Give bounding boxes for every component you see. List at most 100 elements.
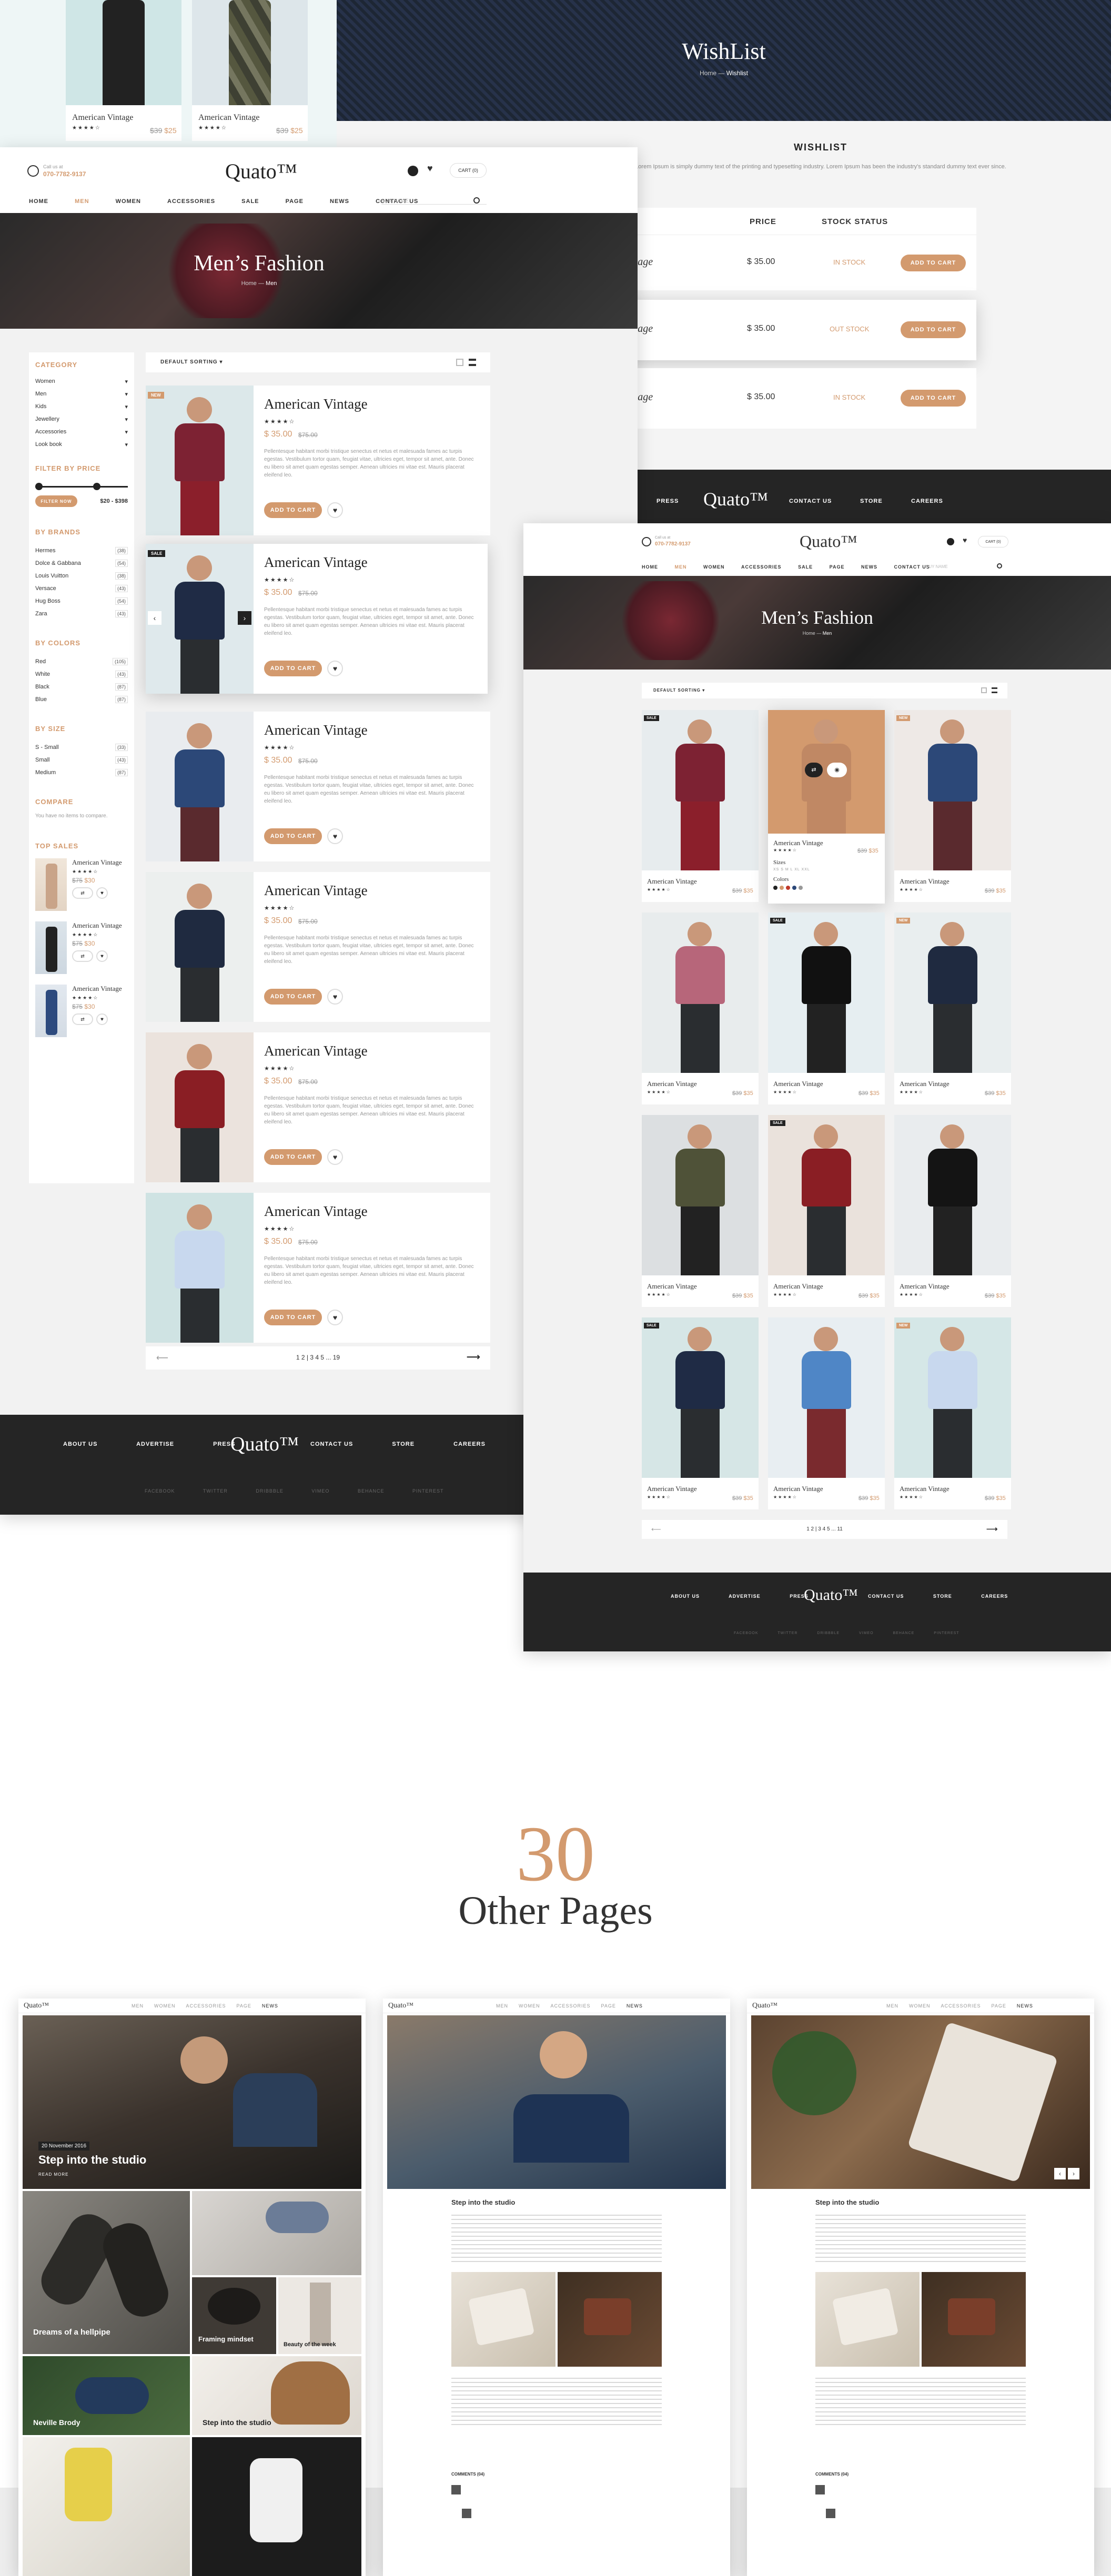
- wishlist-heart-icon[interactable]: ♥: [96, 887, 108, 899]
- color-item[interactable]: Red (105): [35, 655, 128, 668]
- grid-product-name[interactable]: American Vintage: [773, 1080, 823, 1088]
- footer-link[interactable]: ABOUT US: [671, 1594, 700, 1599]
- preview-nav-item[interactable]: WOMEN: [909, 2003, 931, 2009]
- nav-sale[interactable]: SALE: [241, 198, 259, 205]
- phone-number[interactable]: 070-7782-9137: [43, 170, 86, 178]
- product-image[interactable]: [146, 872, 254, 1022]
- product-name[interactable]: American Vintage: [264, 1043, 368, 1059]
- footer-link-store[interactable]: STORE: [860, 498, 883, 504]
- heart-icon[interactable]: ♥: [963, 536, 967, 544]
- nav-page[interactable]: PAGE: [286, 198, 304, 205]
- grid-product-name[interactable]: American Vintage: [900, 1485, 950, 1493]
- grid-product-card[interactable]: American Vintage ★★★★☆ $39 $35: [642, 912, 759, 1104]
- footer-logo[interactable]: Quato™: [230, 1433, 299, 1456]
- product-image[interactable]: [146, 1193, 254, 1343]
- product-card[interactable]: American Vintage ★★★★☆ $ 35.00 $75.00 Pe…: [146, 1193, 490, 1343]
- grid-product-name[interactable]: American Vintage: [647, 1485, 697, 1493]
- page-numbers[interactable]: 1 2 | 3 4 5 ... 19: [146, 1354, 490, 1361]
- size-item[interactable]: Medium (87): [35, 766, 128, 779]
- add-to-cart-button[interactable]: ADD TO CART: [901, 255, 966, 271]
- nav-accessories[interactable]: ACCESSORIES: [741, 564, 782, 570]
- product-card[interactable]: American Vintage ★★★★☆ $ 35.00 $75.00 Pe…: [146, 872, 490, 1022]
- top-sale-item[interactable]: American Vintage ★★★★☆ $75 $30 ⇄ ♥: [35, 921, 128, 985]
- compare-icon[interactable]: ⇄: [72, 950, 93, 962]
- cart-button[interactable]: CART (0): [450, 163, 487, 178]
- nav-women[interactable]: WOMEN: [116, 198, 141, 205]
- grid-product-image[interactable]: [894, 1115, 1011, 1275]
- grid-product-image[interactable]: [894, 912, 1011, 1073]
- nav-accessories[interactable]: ACCESSORIES: [167, 198, 215, 205]
- news-tile[interactable]: Step into the studio: [192, 2356, 361, 2435]
- preview-eye-icon[interactable]: ◉: [827, 763, 847, 777]
- grid-product-card[interactable]: American Vintage ★★★★☆ $39 $35 SALE: [768, 1115, 885, 1307]
- preview-nav-item[interactable]: MEN: [132, 2003, 144, 2009]
- social-link[interactable]: DRIBBBLE: [256, 1488, 284, 1494]
- social-link[interactable]: VIMEO: [859, 1631, 874, 1635]
- preview-nav-item[interactable]: MEN: [496, 2003, 508, 2009]
- filter-now-button[interactable]: FILTER NOW: [35, 495, 77, 507]
- social-link[interactable]: BEHANCE: [893, 1631, 915, 1635]
- nav-men[interactable]: MEN: [675, 564, 687, 570]
- grid-product-image[interactable]: [768, 710, 885, 834]
- slider-prev-icon[interactable]: ‹: [1054, 2168, 1066, 2179]
- news-tile[interactable]: Framing mindset: [192, 2277, 276, 2354]
- grid-product-image[interactable]: [642, 710, 759, 870]
- grid-product-image[interactable]: [768, 912, 885, 1073]
- grid-product-name[interactable]: American Vintage: [773, 839, 823, 847]
- news-tile[interactable]: Neville Brody: [23, 2356, 190, 2435]
- top-sale-item[interactable]: American Vintage ★★★★☆ $75 $30 ⇄ ♥: [35, 985, 128, 1048]
- footer-link[interactable]: ABOUT US: [63, 1441, 97, 1447]
- feature-title[interactable]: Step into the studio: [38, 2153, 146, 2167]
- news-tile[interactable]: [192, 2191, 361, 2275]
- preview-nav-item[interactable]: ACCESSORIES: [186, 2003, 226, 2009]
- size-item[interactable]: S - Small (33): [35, 741, 128, 754]
- grid-product-card[interactable]: American Vintage ★★★★☆ $39 $35 SALE: [642, 710, 759, 902]
- list-view-icon[interactable]: [469, 359, 476, 366]
- preview-nav-item[interactable]: NEWS: [1017, 2003, 1033, 2009]
- brand-item[interactable]: Louis Vuitton (38): [35, 570, 128, 582]
- logo[interactable]: Quato™: [225, 159, 297, 184]
- grid-product-image[interactable]: [642, 1317, 759, 1478]
- grid-product-image[interactable]: [894, 710, 1011, 870]
- footer-link-press[interactable]: PRESS: [656, 498, 679, 504]
- social-link[interactable]: DRIBBBLE: [817, 1631, 840, 1635]
- grid-view-icon[interactable]: [981, 687, 987, 693]
- grid-product-name[interactable]: American Vintage: [900, 1282, 950, 1291]
- preview-nav-item[interactable]: NEWS: [627, 2003, 643, 2009]
- preview-logo[interactable]: Quato™: [752, 2002, 777, 2010]
- nav-contact[interactable]: CONTACT US: [894, 564, 930, 570]
- strip-card[interactable]: American Vintage ★★★★☆ $39 $25: [192, 0, 308, 141]
- price-slider[interactable]: [35, 480, 128, 495]
- category-item[interactable]: Kids ▾: [35, 400, 128, 413]
- category-item[interactable]: Men ▾: [35, 388, 128, 400]
- brand-item[interactable]: Hermes (38): [35, 544, 128, 557]
- user-icon[interactable]: [408, 166, 418, 176]
- social-link[interactable]: VIMEO: [311, 1488, 329, 1494]
- brand-item[interactable]: Zara (43): [35, 607, 128, 620]
- cart-button[interactable]: CART (0): [978, 536, 1008, 547]
- next-arrow-icon[interactable]: ⟶: [986, 1524, 998, 1534]
- add-to-cart-button[interactable]: ADD TO CART: [264, 989, 322, 1005]
- footer-logo[interactable]: Quato™: [703, 488, 768, 510]
- brand-item[interactable]: Versace (43): [35, 582, 128, 595]
- grid-product-card[interactable]: American Vintage ★★★★☆ $39 $35 SALE: [768, 912, 885, 1104]
- grid-product-name[interactable]: American Vintage: [647, 1080, 697, 1088]
- image-next-icon[interactable]: ›: [238, 611, 251, 625]
- footer-logo[interactable]: Quato™: [804, 1586, 858, 1604]
- preview-nav-item[interactable]: PAGE: [601, 2003, 616, 2009]
- wishlist-heart-icon[interactable]: ♥: [327, 989, 343, 1005]
- grid-product-name[interactable]: American Vintage: [773, 1282, 823, 1291]
- phone-number[interactable]: 070-7782-9137: [655, 541, 691, 547]
- brand-item[interactable]: Hug Boss (54): [35, 595, 128, 607]
- news-tile[interactable]: Dreams of a hellpipe: [23, 2191, 190, 2354]
- preview-nav-item[interactable]: ACCESSORIES: [551, 2003, 591, 2009]
- slider-handle-max[interactable]: [93, 483, 100, 490]
- category-item[interactable]: Jewellery ▾: [35, 413, 128, 425]
- grid-product-name[interactable]: American Vintage: [647, 877, 697, 886]
- nav-men[interactable]: MEN: [75, 198, 89, 205]
- slider-next-icon[interactable]: ›: [1068, 2168, 1079, 2179]
- grid-product-image[interactable]: [768, 1317, 885, 1478]
- footer-link[interactable]: STORE: [933, 1594, 952, 1599]
- breadcrumb-home[interactable]: Home: [700, 69, 716, 77]
- image-prev-icon[interactable]: ‹: [148, 611, 161, 625]
